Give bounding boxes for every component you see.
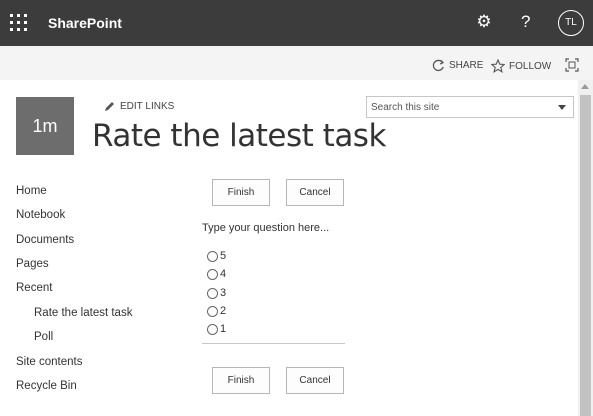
divider <box>202 343 345 344</box>
option-label: 4 <box>220 268 227 280</box>
rating-option-1[interactable]: 1 <box>207 323 226 335</box>
nav-item-rate-the-latest-task[interactable]: Rate the latest task <box>34 307 132 319</box>
nav-item-site-contents[interactable]: Site contents <box>16 356 82 368</box>
question-text: Type your question here... <box>202 222 330 234</box>
option-label: 5 <box>220 250 227 262</box>
app-name[interactable]: SharePoint <box>48 15 122 31</box>
radio-button[interactable] <box>207 268 218 280</box>
radio-button[interactable] <box>207 250 218 262</box>
rating-option-4[interactable]: 4 <box>207 268 226 280</box>
radio-button[interactable] <box>207 305 218 317</box>
star-icon <box>491 59 505 73</box>
chevron-down-icon[interactable] <box>557 102 567 112</box>
follow-button[interactable]: FOLLOW <box>491 59 551 73</box>
app-launcher-icon[interactable] <box>10 14 28 32</box>
rating-option-5[interactable]: 5 <box>207 250 226 262</box>
cancel-button-top[interactable]: Cancel <box>286 179 344 206</box>
option-label: 3 <box>220 287 227 299</box>
finish-button-top[interactable]: Finish <box>212 179 270 206</box>
nav-item-notebook[interactable]: Notebook <box>16 209 65 221</box>
follow-label: FOLLOW <box>509 60 552 72</box>
rating-option-3[interactable]: 3 <box>207 287 226 299</box>
help-icon[interactable]: ? <box>521 12 530 32</box>
page-title: Rate the latest task <box>92 118 386 154</box>
suite-bar: SharePoint ⚙ ? TL <box>0 0 593 46</box>
scrollbar-thumb[interactable] <box>580 95 591 416</box>
search-box <box>366 96 574 118</box>
gear-icon[interactable]: ⚙ <box>475 13 493 31</box>
edit-links-button[interactable]: EDIT LINKS <box>104 101 174 112</box>
scroll-up-icon[interactable] <box>581 84 589 89</box>
option-label: 1 <box>220 323 227 335</box>
radio-button[interactable] <box>207 287 218 299</box>
focus-mode-icon[interactable] <box>565 58 579 72</box>
search-input[interactable] <box>367 97 547 118</box>
command-bar: SHARE FOLLOW <box>0 46 593 80</box>
radio-button[interactable] <box>207 323 218 335</box>
nav-item-pages[interactable]: Pages <box>16 258 49 270</box>
share-button[interactable]: SHARE <box>432 59 483 72</box>
option-label: 2 <box>220 305 227 317</box>
nav-item-poll[interactable]: Poll <box>34 331 53 343</box>
nav-item-recent[interactable]: Recent <box>16 282 52 294</box>
pencil-icon <box>105 102 114 111</box>
site-logo[interactable]: 1m <box>16 97 74 155</box>
nav-item-documents[interactable]: Documents <box>16 234 74 246</box>
share-icon <box>432 59 445 72</box>
cancel-button-bottom[interactable]: Cancel <box>286 367 344 394</box>
finish-button-bottom[interactable]: Finish <box>212 367 270 394</box>
edit-links-label: EDIT LINKS <box>120 101 175 112</box>
share-label: SHARE <box>449 60 484 71</box>
nav-item-home[interactable]: Home <box>16 185 47 197</box>
avatar[interactable]: TL <box>558 10 584 36</box>
rating-option-2[interactable]: 2 <box>207 305 226 317</box>
nav-item-recycle-bin[interactable]: Recycle Bin <box>16 380 77 392</box>
